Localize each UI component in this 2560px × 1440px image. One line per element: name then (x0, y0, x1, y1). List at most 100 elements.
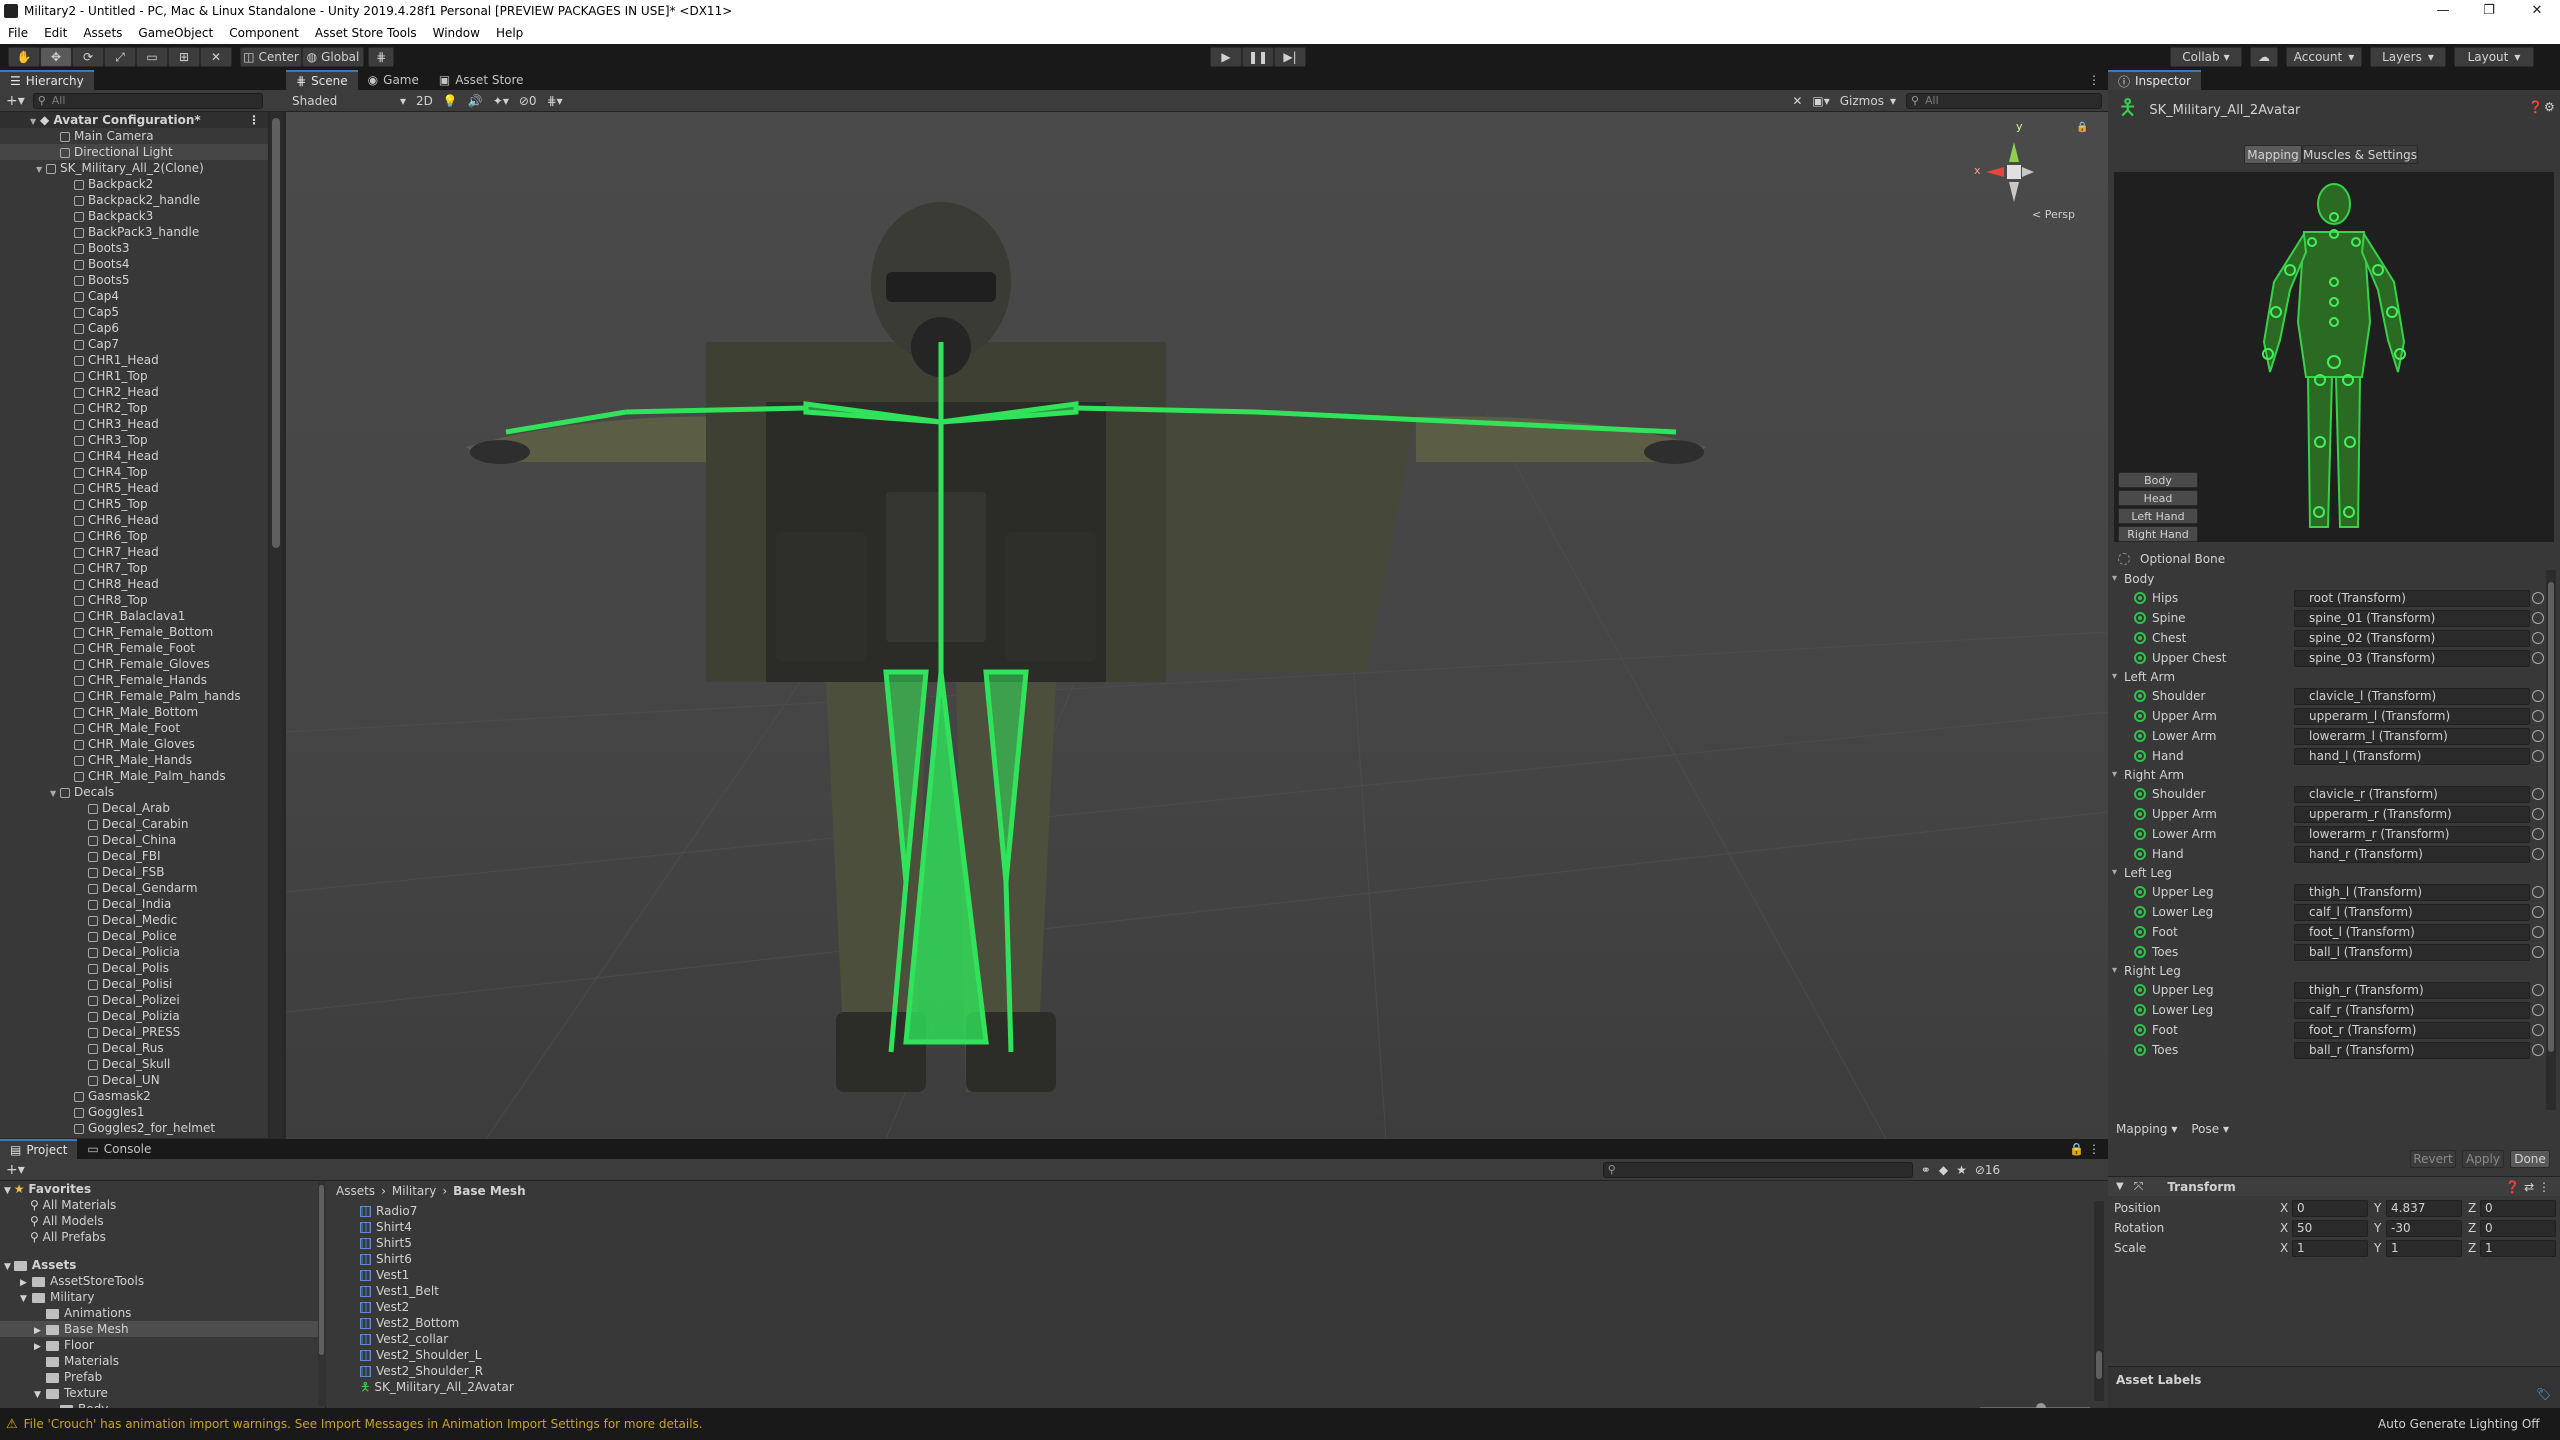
bone-transform-field[interactable]: ball_l (Transform) (2294, 943, 2530, 961)
rect-tool-icon[interactable]: ▭ (136, 47, 168, 67)
camera-icon[interactable]: ▣▾ (1812, 94, 1829, 108)
avatar-body-preview[interactable]: Body Head Left Hand Right Hand (2114, 172, 2554, 542)
hierarchy-item[interactable]: CHR2_Top (0, 400, 268, 416)
project-file-item[interactable]: Vest2_collar (360, 1331, 2060, 1347)
play-button[interactable]: ▶ (1210, 47, 1242, 67)
done-button[interactable]: Done (2510, 1150, 2550, 1168)
object-picker-icon[interactable] (2532, 848, 2544, 860)
hierarchy-item[interactable]: Decal_Polis (0, 960, 268, 976)
object-picker-icon[interactable] (2532, 788, 2544, 800)
help-icon[interactable]: ❓ (2528, 100, 2543, 114)
object-picker-icon[interactable] (2532, 808, 2544, 820)
close-button[interactable]: ✕ (2514, 0, 2560, 22)
transform-position-y-input[interactable]: 4.837 (2386, 1199, 2462, 1217)
right-hand-button[interactable]: Right Hand (2118, 526, 2198, 542)
hierarchy-item[interactable]: CHR_Female_Foot (0, 640, 268, 656)
hierarchy-item[interactable]: CHR6_Top (0, 528, 268, 544)
menu-assets[interactable]: Assets (75, 22, 130, 44)
hidden-packages-toggle[interactable]: ⊘16 (1975, 1163, 2000, 1177)
bone-group-header[interactable]: Left Arm (2108, 668, 2548, 686)
hierarchy-item[interactable]: Backpack3 (0, 208, 268, 224)
bone-transform-field[interactable]: root (Transform) (2294, 589, 2530, 607)
filter-label-icon[interactable]: ◆ (1939, 1163, 1948, 1177)
hierarchy-item[interactable]: CHR_Female_Palm_hands (0, 688, 268, 704)
hierarchy-item[interactable]: Decal_Rus (0, 1040, 268, 1056)
pause-button[interactable]: ❚❚ (1242, 47, 1274, 67)
bone-transform-field[interactable]: hand_r (Transform) (2294, 845, 2530, 863)
hierarchy-item[interactable]: Boots4 (0, 256, 268, 272)
bone-group-header[interactable]: Left Leg (2108, 864, 2548, 882)
favorites-header[interactable]: ▼ ★ Favorites (0, 1181, 325, 1197)
hand-tool-icon[interactable]: ✋ (8, 47, 40, 67)
hierarchy-item[interactable]: Boots5 (0, 272, 268, 288)
bone-group-header[interactable]: Right Arm (2108, 766, 2548, 784)
head-button[interactable]: Head (2118, 490, 2198, 506)
hierarchy-scroll-thumb[interactable] (272, 118, 280, 548)
transform-position-x-input[interactable]: 0 (2292, 1199, 2368, 1217)
hierarchy-item[interactable]: Decal_India (0, 896, 268, 912)
hierarchy-item[interactable]: Cap6 (0, 320, 268, 336)
soldier-character-model[interactable] (466, 202, 1706, 1092)
hierarchy-item[interactable]: Gasmask2 (0, 1088, 268, 1104)
object-picker-icon[interactable] (2532, 612, 2544, 624)
custom-tool-icon[interactable]: ✕ (200, 47, 232, 67)
favorite-item[interactable]: ⚲ All Materials (0, 1197, 325, 1213)
filter-type-icon[interactable]: ⚭ (1921, 1163, 1931, 1177)
tab-game[interactable]: ◉ Game (358, 70, 429, 90)
hierarchy-item[interactable]: Decal_FSB (0, 864, 268, 880)
file-list-scroll-thumb[interactable] (2096, 1351, 2102, 1379)
auto-lighting-status[interactable]: Auto Generate Lighting Off (2378, 1417, 2540, 1431)
hierarchy-item[interactable]: Directional Light (0, 144, 268, 160)
hierarchy-item[interactable]: Cap7 (0, 336, 268, 352)
hierarchy-item[interactable]: CHR3_Head (0, 416, 268, 432)
scale-tool-icon[interactable]: ⤢ (104, 47, 136, 67)
hierarchy-item[interactable]: Main Camera (0, 128, 268, 144)
object-picker-icon[interactable] (2532, 828, 2544, 840)
bone-transform-field[interactable]: spine_02 (Transform) (2294, 629, 2530, 647)
tab-inspector[interactable]: ⓘ Inspector (2108, 70, 2201, 90)
bone-group-header[interactable]: Body (2108, 570, 2548, 588)
hierarchy-item[interactable]: Decal_UN (0, 1072, 268, 1088)
status-warning-text[interactable]: File 'Crouch' has animation import warni… (24, 1417, 703, 1431)
account-dropdown[interactable]: Account ▾ (2286, 47, 2362, 67)
pose-dropdown[interactable]: Pose ▾ (2191, 1122, 2229, 1136)
hierarchy-item[interactable]: CHR4_Head (0, 448, 268, 464)
hierarchy-item[interactable]: Decal_Polizia (0, 1008, 268, 1024)
lock-icon[interactable]: 🔒 (2076, 122, 2088, 133)
bone-transform-field[interactable]: foot_l (Transform) (2294, 923, 2530, 941)
folder-tree-item[interactable]: ▼ Texture (0, 1385, 325, 1401)
hierarchy-item[interactable]: Decal_PRESS (0, 1024, 268, 1040)
object-picker-icon[interactable] (2532, 946, 2544, 958)
hierarchy-item[interactable]: Decal_Carabin (0, 816, 268, 832)
folder-tree-item[interactable]: Prefab (0, 1369, 325, 1385)
tab-muscles-settings[interactable]: Muscles & Settings (2302, 145, 2418, 164)
favorite-item[interactable]: ⚲ All Models (0, 1213, 325, 1229)
menu-component[interactable]: Component (221, 22, 307, 44)
hierarchy-item[interactable]: CHR_Female_Gloves (0, 656, 268, 672)
menu-edit[interactable]: Edit (36, 22, 75, 44)
bone-transform-field[interactable]: clavicle_r (Transform) (2294, 785, 2530, 803)
hierarchy-item[interactable]: CHR_Female_Bottom (0, 624, 268, 640)
cloud-icon[interactable]: ☁ (2250, 47, 2278, 67)
body-button[interactable]: Body (2118, 472, 2198, 488)
transform-tool-icon[interactable]: ⊞ (168, 47, 200, 67)
object-picker-icon[interactable] (2532, 1044, 2544, 1056)
menu-help[interactable]: Help (488, 22, 531, 44)
effects-toggle-icon[interactable]: ✦▾ (493, 94, 509, 108)
object-picker-icon[interactable] (2532, 710, 2544, 722)
hierarchy-item[interactable]: CHR7_Head (0, 544, 268, 560)
hierarchy-item[interactable]: CHR_Male_Palm_hands (0, 768, 268, 784)
project-file-item[interactable]: Vest1_Belt (360, 1283, 2060, 1299)
hierarchy-scrollbar[interactable] (270, 112, 282, 1138)
transform-rotation-z-input[interactable]: 0 (2480, 1219, 2556, 1237)
hierarchy-item[interactable]: Decal_Skull (0, 1056, 268, 1072)
tab-mapping[interactable]: Mapping (2244, 145, 2302, 164)
hierarchy-item[interactable]: CHR8_Head (0, 576, 268, 592)
tab-scene[interactable]: ⋕ Scene (286, 70, 358, 90)
hierarchy-item[interactable]: CHR_Balaclava1 (0, 608, 268, 624)
audio-toggle-icon[interactable]: 🔊 (468, 94, 483, 108)
bone-transform-field[interactable]: thigh_l (Transform) (2294, 883, 2530, 901)
transform-scale-y-input[interactable]: 1 (2386, 1239, 2462, 1257)
mapping-dropdown[interactable]: Mapping ▾ (2116, 1122, 2177, 1136)
project-file-item[interactable]: Shirt6 (360, 1251, 2060, 1267)
